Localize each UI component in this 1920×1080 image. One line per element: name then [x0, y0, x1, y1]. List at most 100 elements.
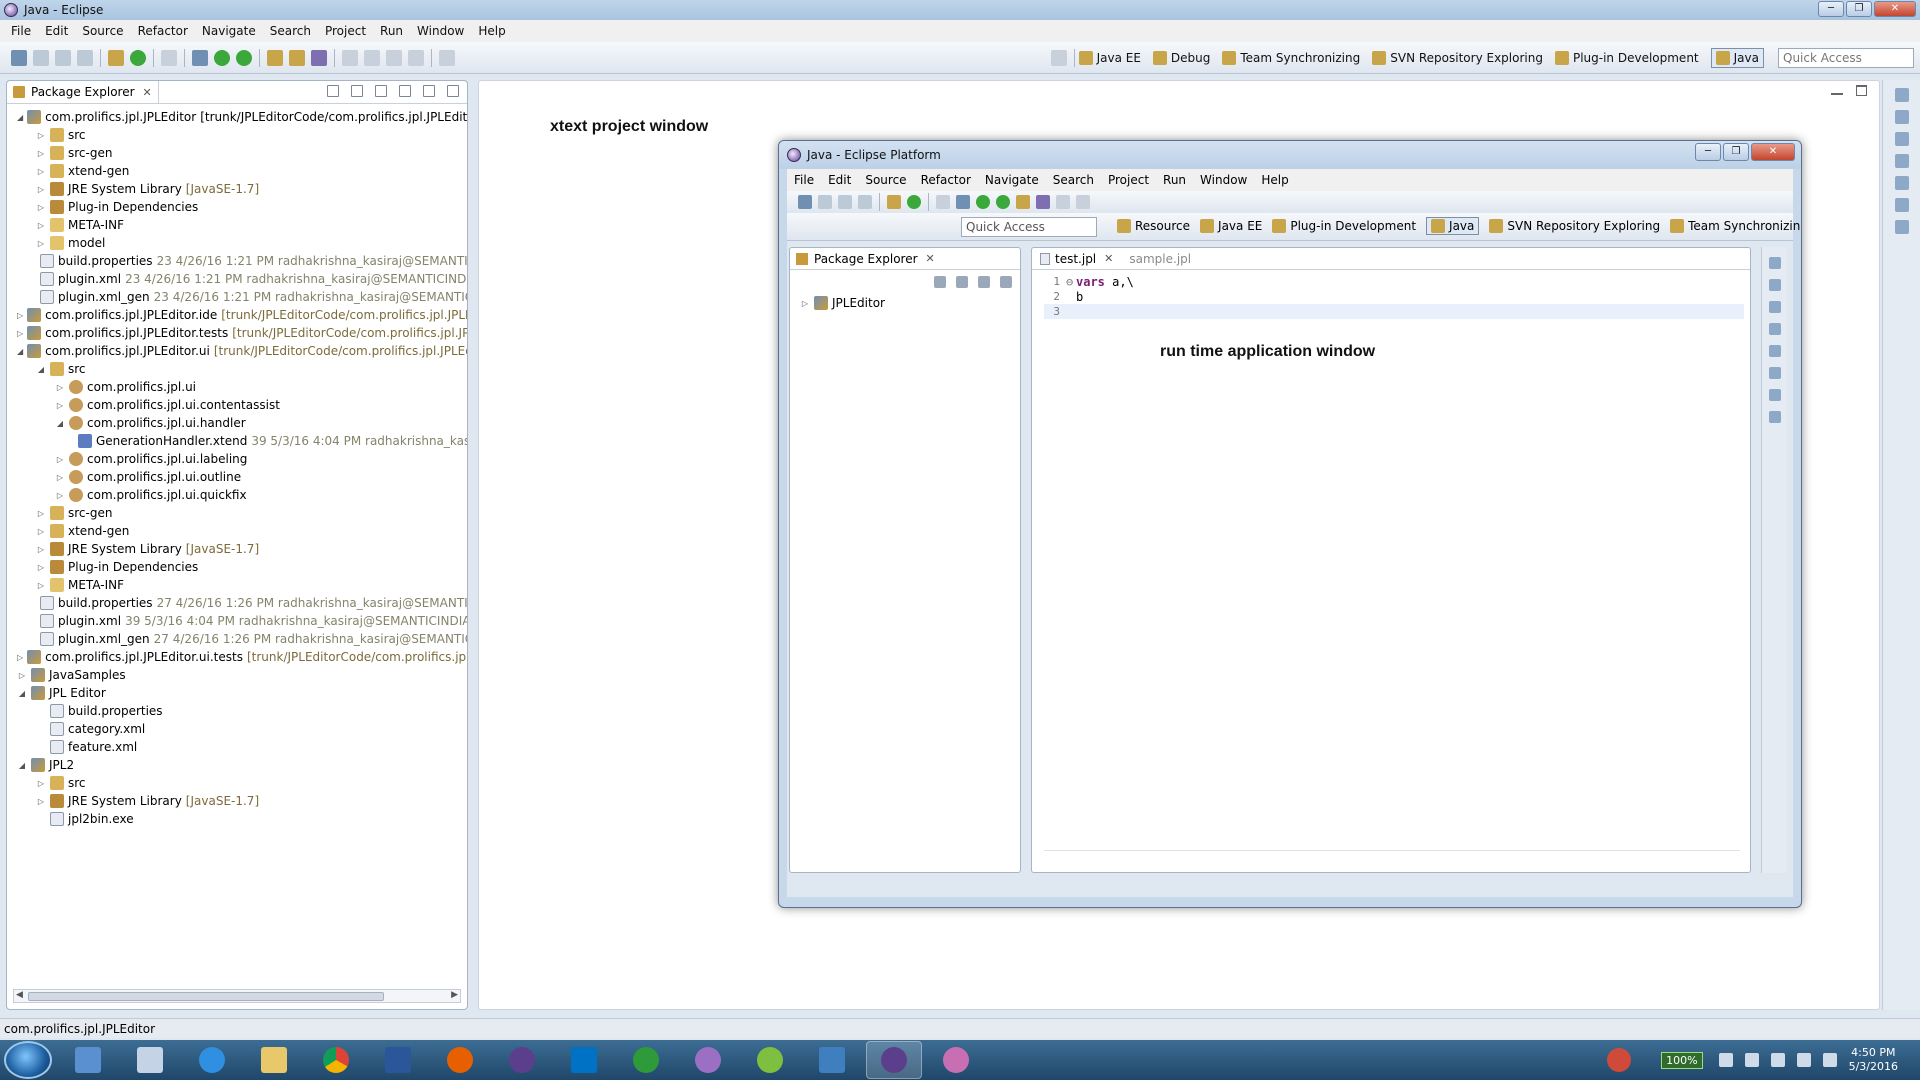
- expand-icon[interactable]: ◢: [36, 365, 46, 374]
- expand-icon[interactable]: ▷: [17, 329, 23, 338]
- taskbar-eclipse-app-active[interactable]: [866, 1041, 922, 1079]
- tree-row[interactable]: feature.xml: [7, 738, 467, 756]
- scroll-right-icon[interactable]: ▶: [451, 990, 458, 1000]
- forward-icon[interactable]: [1076, 195, 1090, 209]
- save-icon[interactable]: [818, 195, 832, 209]
- taskbar-ie-app[interactable]: [184, 1041, 240, 1079]
- declaration-icon[interactable]: [1768, 411, 1781, 423]
- expand-icon[interactable]: ▷: [36, 797, 46, 806]
- previous-annotation-icon[interactable]: [364, 49, 380, 66]
- tree-row[interactable]: ▷ com.prolifics.jpl.ui.contentassist: [7, 396, 467, 414]
- expand-icon[interactable]: ◢: [17, 761, 27, 770]
- perspective-team-synchronizing[interactable]: Team Synchronizing: [1222, 50, 1360, 65]
- tree-row[interactable]: category.xml: [7, 720, 467, 738]
- tree-row[interactable]: ▷ META-INF: [7, 216, 467, 234]
- taskbar-app[interactable]: [928, 1041, 984, 1079]
- network-icon[interactable]: [1796, 1053, 1811, 1067]
- back-icon[interactable]: [386, 49, 402, 66]
- power-icon[interactable]: [1718, 1053, 1733, 1067]
- tree-row[interactable]: ▷ JRE System Library [JavaSE-1.7]: [7, 792, 467, 810]
- taskbar-app[interactable]: [618, 1041, 674, 1079]
- restore-icon[interactable]: [1768, 345, 1781, 357]
- tree-row[interactable]: ▷ com.prolifics.jpl.JPLEditor.tests [trunk…: [7, 324, 467, 342]
- tree-row[interactable]: plugin.xml_gen 27 4/26/16 1:26 PM radhakr…: [7, 630, 467, 648]
- close-icon[interactable]: ✕: [143, 86, 152, 99]
- perspective-java[interactable]: Java: [1710, 47, 1764, 68]
- build-icon[interactable]: [887, 195, 901, 209]
- expand-icon[interactable]: ▷: [36, 221, 46, 230]
- minimize-icon[interactable]: [1831, 85, 1843, 95]
- taskbar-chat-app[interactable]: [742, 1041, 798, 1079]
- menu-project[interactable]: Project: [318, 24, 373, 38]
- maximize-button[interactable]: ❐: [1723, 143, 1749, 161]
- expand-icon[interactable]: ▷: [55, 401, 65, 410]
- external-tools-icon[interactable]: [996, 195, 1010, 209]
- maximize-button[interactable]: ❐: [1846, 1, 1872, 17]
- expand-icon[interactable]: ▷: [55, 455, 65, 464]
- expand-icon[interactable]: ▷: [36, 581, 46, 590]
- collapse-all-icon[interactable]: [934, 276, 946, 288]
- tree-row[interactable]: ▷ xtend-gen: [7, 162, 467, 180]
- tree-row[interactable]: ▷ com.prolifics.jpl.JPLEditor.ui.tests [tr…: [7, 648, 467, 666]
- tree-item-jpleditor[interactable]: ▷ JPLEditor: [790, 294, 1020, 312]
- focus-icon[interactable]: [978, 276, 990, 288]
- perspective-plugin-development[interactable]: Plug-in Development: [1272, 219, 1416, 233]
- back-icon[interactable]: [1056, 195, 1070, 209]
- show-hidden-icon[interactable]: [1744, 1053, 1759, 1067]
- tab-package-explorer[interactable]: Package Explorer ✕: [790, 248, 1020, 270]
- skip-breakpoints-icon[interactable]: [161, 49, 177, 66]
- expand-icon[interactable]: ▷: [17, 653, 23, 662]
- minimize-button[interactable]: ─: [1695, 143, 1721, 161]
- tree-row[interactable]: ◢ com.prolifics.jpl.ui.handler: [7, 414, 467, 432]
- expand-icon[interactable]: ▷: [36, 167, 46, 176]
- tab-test-jpl[interactable]: test.jpl ✕: [1032, 248, 1121, 270]
- menu-edit[interactable]: Edit: [38, 24, 75, 38]
- tree-row[interactable]: ◢ JPL Editor: [7, 684, 467, 702]
- open-type-icon[interactable]: [267, 49, 283, 66]
- expand-icon[interactable]: ▷: [17, 671, 27, 680]
- taskbar-folder-app[interactable]: [246, 1041, 302, 1079]
- outline-icon[interactable]: [1894, 220, 1909, 234]
- menu-window[interactable]: Window: [1193, 173, 1254, 187]
- menu-help[interactable]: Help: [471, 24, 512, 38]
- build-icon[interactable]: [108, 49, 124, 66]
- expand-icon[interactable]: ◢: [17, 113, 23, 122]
- taskbar-explorer-app[interactable]: [60, 1041, 116, 1079]
- restore-icon[interactable]: [1768, 257, 1781, 269]
- save-all-icon[interactable]: [55, 49, 71, 66]
- menu-search[interactable]: Search: [263, 24, 318, 38]
- save-all-icon[interactable]: [838, 195, 852, 209]
- expand-icon[interactable]: ▷: [17, 311, 23, 320]
- perspective-java-ee[interactable]: Java EE: [1200, 219, 1262, 233]
- expand-icon[interactable]: ▷: [55, 491, 65, 500]
- tree-row[interactable]: jpl2bin.exe: [7, 810, 467, 828]
- skip-breakpoints-icon[interactable]: [936, 195, 950, 209]
- close-icon[interactable]: ✕: [926, 252, 935, 265]
- tree-row[interactable]: ▷ xtend-gen: [7, 522, 467, 540]
- fold-icon[interactable]: ⊖: [1066, 275, 1076, 289]
- menu-run[interactable]: Run: [1156, 173, 1193, 187]
- run-icon[interactable]: [214, 49, 230, 66]
- start-button[interactable]: [4, 1041, 52, 1079]
- save-icon[interactable]: [33, 49, 49, 66]
- expand-icon[interactable]: ◢: [55, 419, 65, 428]
- flag-icon[interactable]: [1770, 1053, 1785, 1067]
- perspective-plugin-development[interactable]: Plug-in Development: [1554, 50, 1699, 65]
- expand-icon[interactable]: ▷: [55, 383, 65, 392]
- expand-icon[interactable]: ▷: [36, 509, 46, 518]
- expand-icon[interactable]: ▷: [36, 131, 46, 140]
- maximize-icon[interactable]: [447, 85, 459, 97]
- tree-row[interactable]: ▷ JRE System Library [JavaSE-1.7]: [7, 180, 467, 198]
- expand-icon[interactable]: ▷: [800, 299, 810, 308]
- new-icon[interactable]: [798, 195, 812, 209]
- tasks-icon[interactable]: [1894, 198, 1909, 212]
- debug-icon[interactable]: [956, 195, 970, 209]
- clock[interactable]: 4:50 PM 5/3/2016: [1849, 1046, 1898, 1074]
- taskbar-word-app[interactable]: [370, 1041, 426, 1079]
- tasks-icon[interactable]: [1768, 279, 1781, 291]
- open-perspective-icon[interactable]: [1050, 49, 1067, 66]
- tree-row[interactable]: build.properties: [7, 702, 467, 720]
- expand-icon[interactable]: ▷: [36, 203, 46, 212]
- expand-icon[interactable]: ◢: [17, 347, 23, 356]
- restore-icon[interactable]: [1768, 301, 1781, 313]
